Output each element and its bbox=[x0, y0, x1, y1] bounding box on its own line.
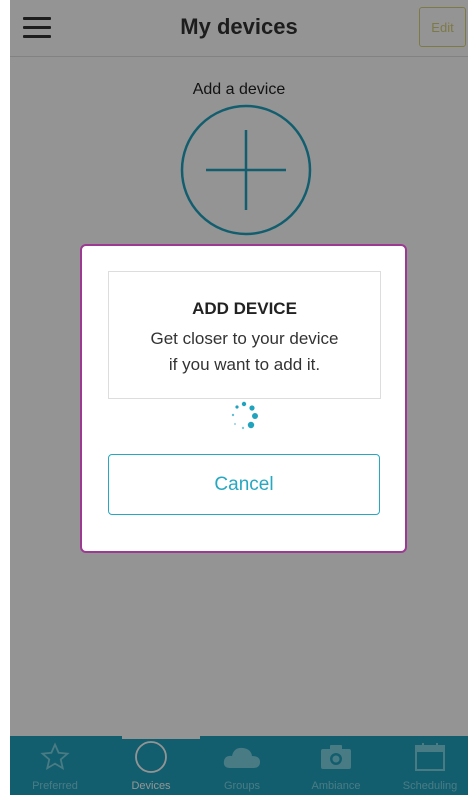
cancel-button[interactable]: Cancel bbox=[108, 454, 380, 515]
dialog-message-line2: if you want to add it. bbox=[168, 355, 321, 374]
app-screen: My devices Edit Add a device Preferred D… bbox=[10, 0, 468, 795]
dialog-title: ADD DEVICE bbox=[192, 299, 297, 318]
loading-spinner-icon bbox=[231, 401, 258, 430]
message-box: ADD DEVICE Get closer to your device if … bbox=[108, 271, 381, 399]
dialog-message-line1: Get closer to your device bbox=[150, 329, 339, 348]
dialog-message: Get closer to your device if you want to… bbox=[109, 326, 380, 378]
add-device-dialog: ADD DEVICE Get closer to your device if … bbox=[80, 244, 407, 553]
